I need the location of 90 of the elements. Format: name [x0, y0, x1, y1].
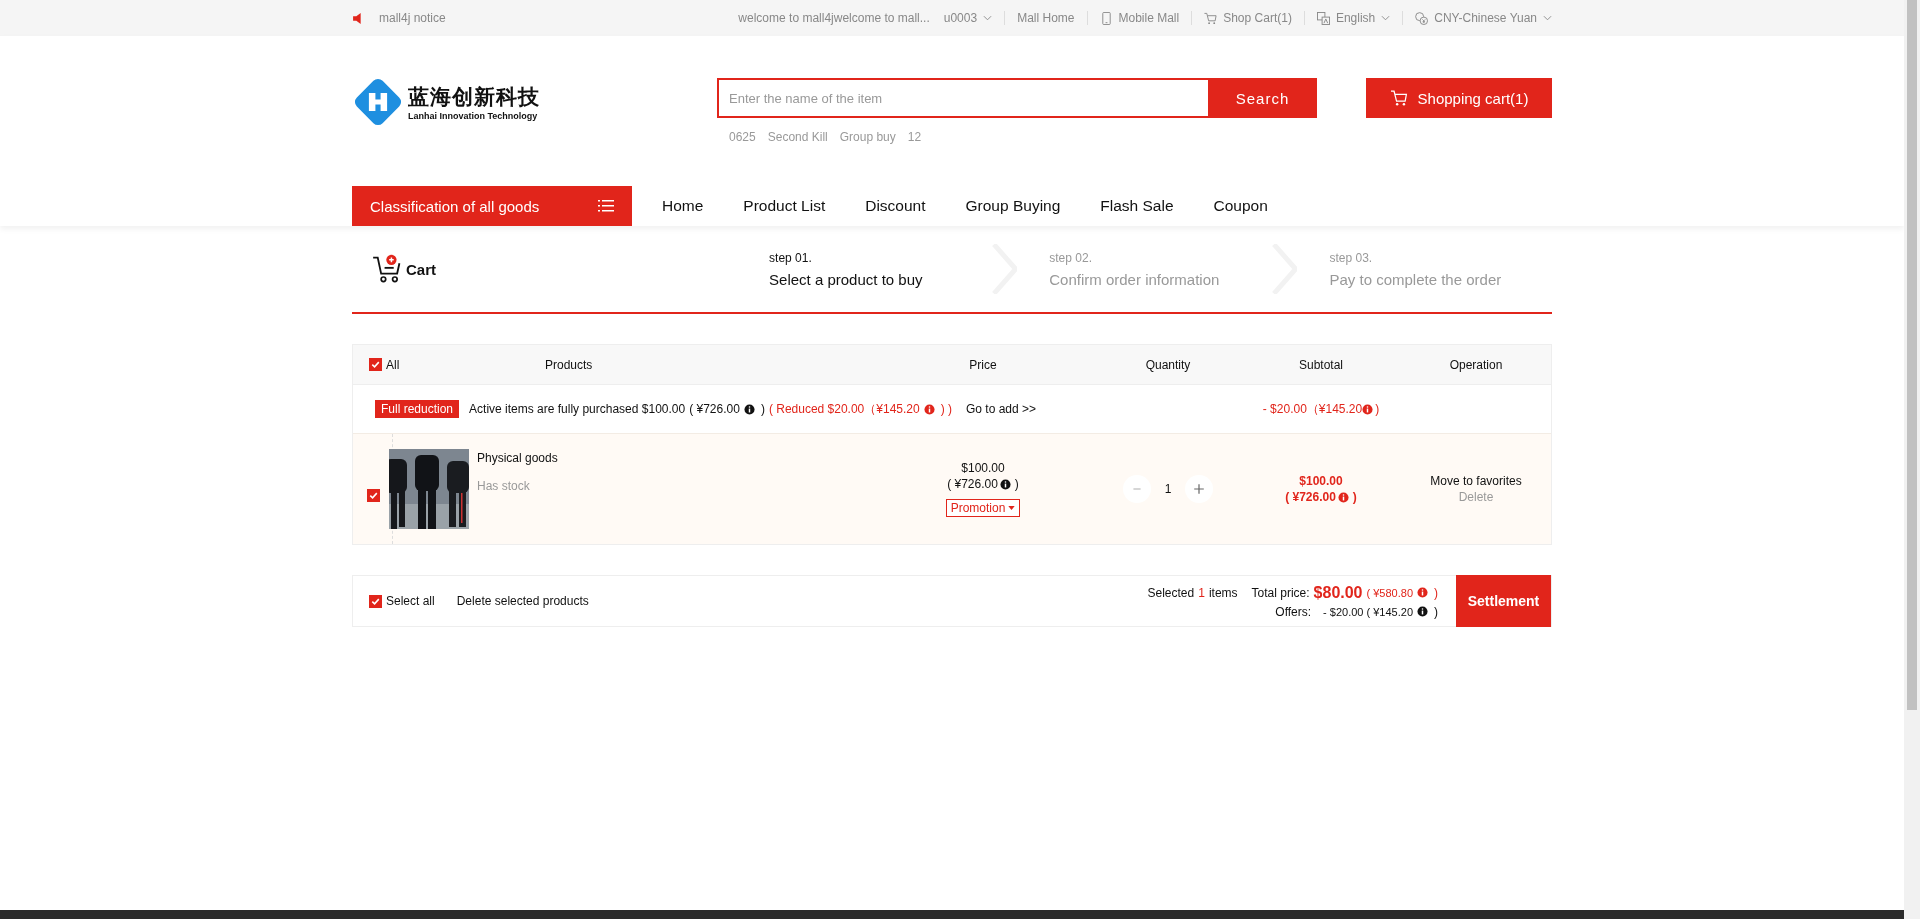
go-to-add-link[interactable]: Go to add >> [966, 402, 1037, 416]
selected-label: Selected [1147, 585, 1195, 600]
nav-link[interactable]: Coupon [1213, 197, 1268, 215]
select-all-label[interactable]: Select all [386, 594, 435, 608]
scrollbar[interactable] [1904, 0, 1920, 919]
hot-word-link[interactable]: 12 [907, 130, 922, 144]
selected-label: items [1208, 585, 1238, 600]
quantity-value[interactable]: 1 [1157, 482, 1179, 496]
nav-link[interactable]: Group Buying [965, 197, 1061, 215]
cart-icon [1389, 90, 1408, 106]
column-header: Subtotal [1298, 357, 1343, 372]
nav-link[interactable]: Home [662, 197, 704, 215]
column-header: Price [969, 357, 997, 372]
logo-name: 蓝海创新科技 [408, 84, 540, 111]
page-title: Cart [406, 260, 436, 278]
plus-icon [1193, 483, 1205, 495]
nav-link[interactable]: Flash Sale [1100, 197, 1174, 215]
step-number: step 02. [1049, 250, 1093, 265]
column-header: Operation [1449, 357, 1503, 372]
top-link[interactable]: Mobile Mall [1118, 11, 1180, 25]
currency-icon [1415, 11, 1429, 25]
step-label: Pay to complete the order [1329, 270, 1503, 288]
promotion-condition: Active items are fully purchased $100.00 [469, 402, 686, 416]
product-name[interactable]: Physical goods [477, 451, 558, 465]
info-icon [923, 403, 935, 415]
search-field[interactable]: Enter the name of the item [717, 78, 1208, 118]
move-to-favorites-link[interactable]: Move to favorites [1430, 474, 1522, 488]
cart-icon [1204, 11, 1218, 25]
settlement-button[interactable]: Settlement [1456, 575, 1551, 627]
promotion-dropdown[interactable]: Promotion [945, 499, 1021, 517]
closing-parenthesis: ) [1434, 604, 1438, 619]
hot-word-link[interactable]: Second Kill [767, 130, 828, 144]
logo-tagline: Lanhai Innovation Technology [408, 111, 539, 121]
reduced-text: ( Reduced $20.00（¥145.20 [768, 400, 920, 418]
unit-price: $100.00 [961, 461, 1005, 475]
hot-word-link[interactable]: Group buy [839, 130, 896, 144]
column-header: All [386, 357, 400, 372]
top-link[interactable]: English [1335, 11, 1376, 25]
chevron-down-icon [983, 15, 993, 21]
info-icon [743, 403, 755, 415]
checkbox[interactable] [367, 488, 380, 502]
category-menu-button[interactable]: Classification of all goods [352, 186, 632, 226]
delete-selected-link[interactable]: Delete selected products [456, 594, 589, 608]
offers-value: - $20.00 ( ¥145.20 [1323, 605, 1413, 618]
top-link[interactable]: Mall Home [1017, 11, 1075, 25]
promotion-subtotal: - $20.00（¥145.20 [1262, 400, 1363, 418]
info-icon [1417, 587, 1428, 598]
closing-parenthesis: ) [1375, 402, 1380, 416]
search-button[interactable]: Search [1208, 78, 1317, 118]
subtotal-price: $100.00 [1299, 474, 1343, 488]
info-icon [999, 478, 1011, 490]
user-menu[interactable]: u0003 [943, 11, 978, 25]
info-icon [1417, 606, 1428, 617]
top-link[interactable]: CNY-Chinese Yuan [1434, 11, 1537, 25]
closing-parenthesis: ) [1352, 490, 1357, 504]
info-icon [1337, 491, 1349, 503]
translate-icon [1316, 11, 1330, 25]
points-text: ( ¥726.00 [947, 477, 998, 491]
delete-link[interactable]: Delete [1458, 490, 1494, 504]
nav-link[interactable]: Discount [865, 197, 926, 215]
closing-parenthesis: ) [760, 402, 765, 416]
info-icon [1362, 403, 1374, 415]
menu-icon [598, 200, 614, 212]
step-label: Confirm order information [1049, 270, 1221, 288]
closing-parenthesis: ) [1014, 477, 1019, 491]
checkbox[interactable] [369, 594, 382, 608]
nav-link[interactable]: Product List [743, 197, 826, 215]
step-label: Select a product to buy [769, 270, 924, 288]
hot-word-link[interactable]: 0625 [729, 130, 756, 144]
caret-icon [1008, 506, 1016, 510]
points-text: ( ¥580.80 [1366, 586, 1413, 599]
welcome-text: welcome to mall4jwelcome to mall... [738, 11, 930, 25]
step-number: step 01. [769, 250, 813, 265]
closing-parenthesis: ) ) [940, 402, 952, 416]
column-header: Quantity [1145, 357, 1191, 372]
checkbox[interactable] [369, 358, 382, 371]
total-price: $80.00 [1313, 583, 1363, 602]
offers-label: Offers: [1275, 604, 1312, 619]
phone-icon [1099, 11, 1113, 25]
selected-count: 1 [1198, 585, 1205, 600]
step-number: step 03. [1329, 250, 1374, 265]
shopping-cart-button[interactable]: Shopping cart(1) [1366, 78, 1552, 118]
stock-dropdown[interactable]: Has stock [477, 479, 558, 493]
promotion-badge: Full reduction [375, 400, 460, 418]
total-label: Total price: [1251, 585, 1310, 600]
closing-parenthesis: ) [1434, 585, 1438, 600]
top-link[interactable]: Shop Cart(1) [1223, 11, 1292, 25]
points-text: ( ¥726.00 [1285, 490, 1336, 504]
points-text: ( ¥726.00 [689, 402, 740, 416]
notice-link[interactable]: mall4j notice [379, 11, 446, 25]
